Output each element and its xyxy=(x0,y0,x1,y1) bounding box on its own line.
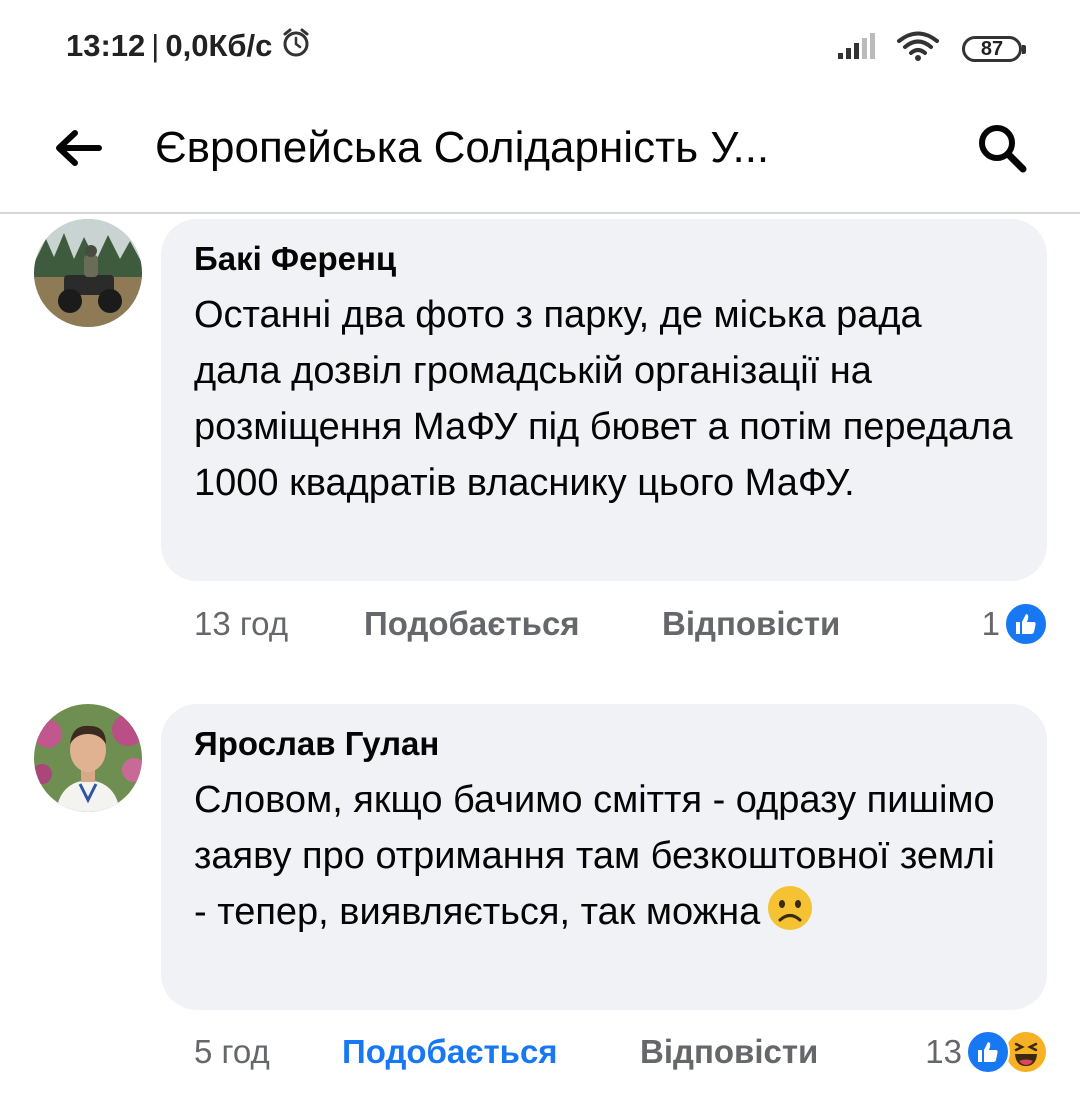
reactions-summary[interactable]: 13 xyxy=(925,1027,1048,1077)
reaction-count: 1 xyxy=(981,605,1000,642)
comment-author[interactable]: Бакі Ференц xyxy=(194,237,1017,281)
like-reaction-icon xyxy=(966,1030,1010,1074)
comment-text: Останні два фото з парку, де міська рада… xyxy=(194,294,1013,504)
arrow-left-icon xyxy=(53,128,103,173)
like-button[interactable]: Подобається xyxy=(364,599,580,649)
sad-face-emoji xyxy=(766,884,814,948)
comment-bubble[interactable]: Ярослав Гулан Словом, якщо бачимо сміття… xyxy=(161,704,1047,1010)
comment-text: Словом, якщо бачимо сміття - одразу пиші… xyxy=(194,772,1017,948)
like-reaction-icon xyxy=(1004,602,1048,646)
comment-text-content: Словом, якщо бачимо сміття - одразу пиші… xyxy=(194,779,995,933)
alarm-clock-icon xyxy=(280,26,312,66)
comment-time[interactable]: 13 год xyxy=(194,599,288,649)
status-left: 13:12 | 0,0Кб/с xyxy=(66,26,312,66)
signal-bars-icon xyxy=(836,31,878,66)
reply-button[interactable]: Відповісти xyxy=(662,599,840,649)
comment-author[interactable]: Ярослав Гулан xyxy=(194,722,1017,766)
status-bar: 13:12 | 0,0Кб/с 87 xyxy=(0,0,1080,92)
status-separator: | xyxy=(151,28,160,63)
comment-actions: 13 год Подобається Відповісти 1 xyxy=(194,599,1054,649)
avatar-photo-atv xyxy=(34,219,142,327)
reply-button[interactable]: Відповісти xyxy=(640,1027,818,1077)
comment-time[interactable]: 5 год xyxy=(194,1027,270,1077)
app-header: Європейська Солідарність У... xyxy=(0,92,1080,214)
battery-indicator: 87 xyxy=(962,35,1026,62)
avatar[interactable] xyxy=(34,219,142,327)
network-speed: 0,0Кб/с xyxy=(165,28,273,63)
reactions-summary[interactable]: 1 xyxy=(982,599,1048,649)
back-button[interactable] xyxy=(50,122,106,178)
haha-reaction-icon xyxy=(1004,1030,1048,1074)
reaction-count: 13 xyxy=(925,1033,962,1070)
search-button[interactable] xyxy=(970,118,1034,182)
status-time: 13:12 xyxy=(66,28,146,63)
avatar-photo-man xyxy=(34,704,142,812)
status-right: 87 xyxy=(836,30,1026,67)
wifi-icon xyxy=(896,30,940,67)
search-icon xyxy=(974,120,1030,181)
comment-bubble[interactable]: Бакі Ференц Останні два фото з парку, де… xyxy=(161,219,1047,581)
like-button[interactable]: Подобається xyxy=(342,1027,558,1077)
avatar[interactable] xyxy=(34,704,142,812)
comment-actions: 5 год Подобається Відповісти 13 xyxy=(194,1027,1054,1077)
page-title: Європейська Солідарність У... xyxy=(155,123,770,172)
